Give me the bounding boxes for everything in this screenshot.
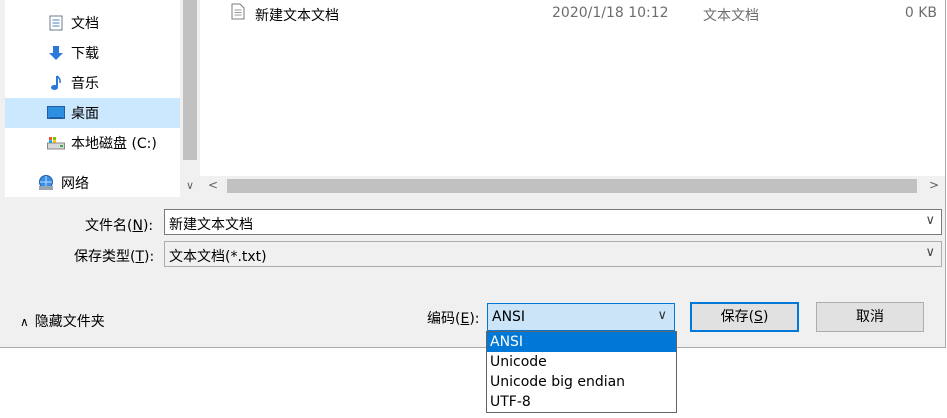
cancel-button[interactable]: 取消 — [816, 302, 924, 332]
hscroll-thumb[interactable] — [227, 179, 917, 193]
chevron-down-icon[interactable]: ∨ — [925, 213, 935, 228]
chevron-down-icon[interactable]: ∨ — [657, 308, 667, 323]
nav-item-network[interactable]: 网络 — [5, 168, 180, 198]
filename-value: 新建文本文档 — [169, 217, 253, 233]
hide-folders-button[interactable]: ∧ 隐藏文件夹 — [20, 311, 105, 331]
nav-item-downloads[interactable]: 下载 — [5, 38, 180, 68]
encoding-select[interactable]: ANSI ∨ — [487, 303, 675, 331]
nav-item-label: 下载 — [71, 46, 99, 62]
desktop-icon — [47, 104, 65, 122]
filetype-value: 文本文档(*.txt) — [169, 249, 267, 265]
scroll-down-arrow-icon[interactable]: ∨ — [180, 179, 200, 195]
text-file-icon — [231, 3, 245, 24]
encoding-value: ANSI — [492, 309, 526, 325]
music-icon — [47, 74, 65, 92]
chevron-up-icon: ∧ — [20, 315, 29, 329]
scroll-right-arrow-icon[interactable]: > — [929, 178, 939, 192]
navigation-pane: 文档 下载 音乐 桌面 本地磁盘 (C:) 网络 — [5, 0, 180, 197]
file-list: 新建文本文档 2020/1/18 10:12 文本文档 0 KB — [200, 0, 945, 176]
filetype-select[interactable]: 文本文档(*.txt) ∨ — [164, 241, 942, 267]
nav-item-label: 桌面 — [71, 106, 99, 122]
encoding-option-ansi[interactable]: ANSI — [487, 332, 676, 352]
nav-item-label: 本地磁盘 (C:) — [71, 136, 157, 152]
network-icon — [37, 174, 55, 192]
nav-scroll-thumb[interactable] — [183, 0, 197, 160]
chevron-down-icon[interactable]: ∨ — [925, 245, 935, 260]
list-item[interactable]: 新建文本文档 2020/1/18 10:12 文本文档 0 KB — [200, 0, 945, 28]
nav-item-music[interactable]: 音乐 — [5, 68, 180, 98]
nav-item-desktop[interactable]: 桌面 — [5, 98, 180, 128]
drive-icon — [47, 134, 65, 152]
file-date: 2020/1/18 10:12 — [552, 5, 669, 21]
nav-item-label: 音乐 — [71, 76, 99, 92]
nav-item-local-disk[interactable]: 本地磁盘 (C:) — [5, 128, 180, 158]
encoding-option-unicode-big-endian[interactable]: Unicode big endian — [487, 372, 676, 392]
filename-input[interactable]: 新建文本文档 ∨ — [164, 209, 942, 235]
encoding-option-utf8[interactable]: UTF-8 — [487, 392, 676, 412]
documents-icon — [47, 14, 65, 32]
file-list-hscrollbar[interactable]: < > — [200, 176, 945, 196]
nav-item-label: 文档 — [71, 16, 99, 32]
nav-item-label: 网络 — [61, 176, 89, 192]
save-dialog: 文档 下载 音乐 桌面 本地磁盘 (C:) 网络 ∨ 新建文本文档 2020/1… — [0, 0, 946, 348]
nav-item-documents[interactable]: 文档 — [5, 8, 180, 38]
scroll-left-arrow-icon[interactable]: < — [208, 178, 218, 192]
downloads-icon — [47, 44, 65, 62]
filename-label: 文件名(N): — [85, 218, 154, 234]
file-type: 文本文档 — [703, 8, 759, 24]
file-size: 0 KB — [904, 5, 937, 21]
encoding-dropdown-list: ANSI Unicode Unicode big endian UTF-8 — [486, 331, 677, 413]
nav-scrollbar[interactable]: ∨ — [180, 0, 200, 197]
filetype-label: 保存类型(T): — [74, 249, 155, 265]
file-name: 新建文本文档 — [255, 8, 339, 24]
encoding-label: 编码(E): — [427, 311, 480, 327]
save-button[interactable]: 保存(S) — [690, 302, 799, 332]
encoding-option-unicode[interactable]: Unicode — [487, 352, 676, 372]
